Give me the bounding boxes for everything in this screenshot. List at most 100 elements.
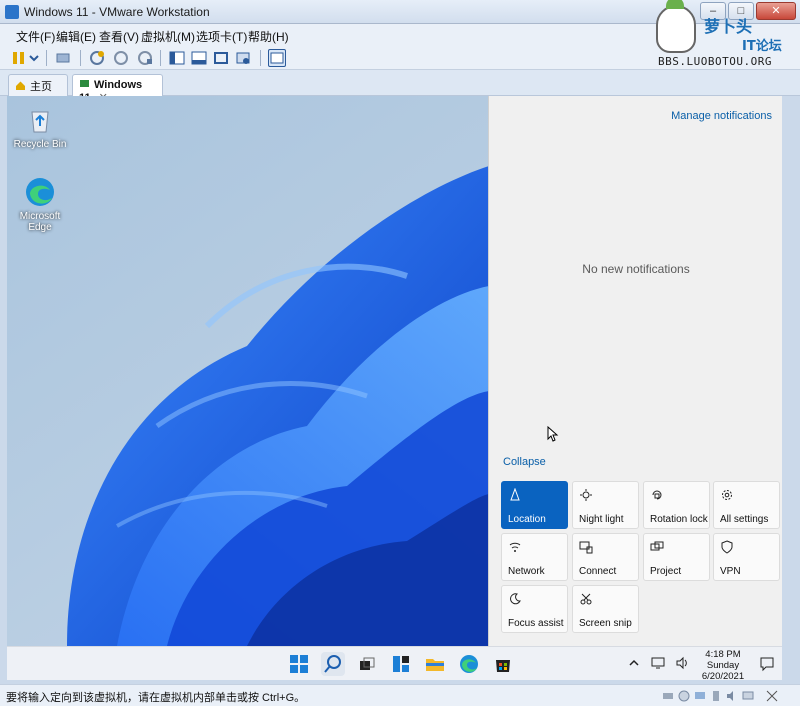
send-ctrl-alt-del-icon[interactable] — [54, 49, 72, 67]
quick-setting-connect[interactable]: Connect — [572, 533, 639, 581]
vpn-icon — [720, 540, 734, 554]
logo-url: BBS.LUOBOTOU.ORG — [658, 55, 772, 68]
night-light-icon — [579, 488, 593, 502]
notification-center-icon[interactable] — [759, 656, 775, 672]
pause-icon[interactable] — [10, 49, 28, 67]
toolbar-divider — [80, 50, 81, 66]
snapshot-manager-icon[interactable] — [136, 49, 154, 67]
tab-windows-11[interactable]: Windows 11✕ — [72, 74, 163, 104]
snapshot-icon[interactable] — [88, 49, 106, 67]
message-log-icon[interactable] — [766, 690, 778, 702]
logo-text-cn: 萝卜头 — [704, 17, 753, 36]
moon-icon — [508, 592, 522, 606]
radish-mascot-icon — [656, 0, 696, 53]
menu-view[interactable]: 查看(V) — [99, 28, 139, 45]
toolbar-divider — [260, 50, 261, 66]
clock-time: 4:18 PM — [705, 649, 741, 660]
edge-icon[interactable] — [457, 652, 481, 676]
quick-setting-label: Location — [508, 514, 546, 525]
quick-setting-focus-assist[interactable]: Focus assist — [501, 585, 568, 633]
store-icon[interactable] — [491, 652, 515, 676]
quick-setting-label: Connect — [579, 566, 617, 577]
quick-setting-screen-snip[interactable]: Screen snip — [572, 585, 639, 633]
project-icon — [650, 540, 664, 554]
chevron-up-icon[interactable] — [627, 656, 641, 670]
chevron-down-icon[interactable] — [28, 49, 40, 67]
hard-disk-icon[interactable] — [662, 690, 674, 702]
quick-setting-label: Project — [650, 566, 682, 577]
gear-icon — [720, 488, 734, 502]
sound-card-icon[interactable] — [726, 690, 738, 702]
unity-icon[interactable] — [234, 49, 252, 67]
quick-setting-label: Night light — [579, 514, 624, 525]
quick-setting-all-settings[interactable]: All settings — [713, 481, 780, 529]
manage-notifications-link[interactable]: Manage notifications — [671, 110, 772, 122]
display-icon[interactable] — [742, 690, 754, 702]
usb-icon[interactable] — [710, 690, 722, 702]
forum-logo: 萝卜头 IT论坛 BBS.LUOBOTOU.ORG — [654, 0, 796, 69]
quick-setting-label: VPN — [720, 566, 741, 577]
scissors-icon — [579, 592, 593, 606]
rotation-lock-icon — [650, 488, 664, 502]
vmware-app-icon — [5, 5, 19, 19]
quick-setting-night-light[interactable]: Night light — [572, 481, 639, 529]
console-view-icon[interactable] — [268, 49, 286, 67]
vm-icon — [79, 78, 90, 89]
taskbar-clock[interactable]: 4:18 PM Sunday 6/20/2021 — [695, 649, 751, 680]
network-tray-icon[interactable] — [651, 656, 665, 670]
quick-setting-label: Network — [508, 566, 545, 577]
logo-text-it: IT论坛 — [742, 39, 782, 54]
toolbar-divider — [46, 50, 47, 66]
full-screen-icon[interactable] — [212, 49, 230, 67]
edge-icon — [24, 176, 56, 208]
menu-edit[interactable]: 编辑(E) — [56, 28, 96, 45]
status-bar: 要将输入定向到该虚拟机，请在虚拟机内部单击或按 Ctrl+G。 — [0, 684, 800, 706]
desktop-icon-recycle-bin[interactable]: Recycle Bin — [11, 104, 69, 150]
cd-dvd-icon[interactable] — [678, 690, 690, 702]
action-center-panel: Manage notifications No new notification… — [488, 96, 782, 646]
network-icon — [508, 540, 522, 554]
taskbar: 4:18 PM Sunday 6/20/2021 — [7, 646, 782, 680]
location-icon — [508, 487, 522, 502]
desktop-icon-label: Recycle Bin — [13, 139, 67, 150]
quick-setting-rotation-lock[interactable]: Rotation lock — [643, 481, 710, 529]
vm-display[interactable]: Recycle Bin Microsoft Edge Manage notifi… — [7, 96, 782, 680]
quick-setting-label: Focus assist — [508, 618, 564, 629]
desktop-icon-label: Microsoft Edge — [19, 211, 61, 233]
window-title: Windows 11 - VMware Workstation — [24, 5, 210, 19]
start-icon[interactable] — [287, 652, 311, 676]
tab-bar: 主页✕ Windows 11✕ — [0, 70, 800, 107]
quick-setting-label: Rotation lock — [650, 514, 708, 525]
search-icon[interactable] — [321, 652, 345, 676]
file-explorer-icon[interactable] — [423, 652, 447, 676]
menu-file[interactable]: 文件(F) — [16, 28, 55, 45]
sidebar-toggle-icon[interactable] — [168, 49, 186, 67]
menu-vm[interactable]: 虚拟机(M) — [141, 28, 195, 45]
home-icon — [15, 80, 26, 91]
quick-setting-label: Screen snip — [579, 618, 632, 629]
revert-snapshot-icon[interactable] — [112, 49, 130, 67]
connect-icon — [579, 540, 593, 554]
collapse-link[interactable]: Collapse — [503, 456, 546, 468]
quick-setting-network[interactable]: Network — [501, 533, 568, 581]
desktop-icon-edge[interactable]: Microsoft Edge — [11, 176, 69, 233]
widgets-icon[interactable] — [389, 652, 413, 676]
network-adapter-icon[interactable] — [694, 690, 706, 702]
clock-day: Sunday — [706, 660, 740, 671]
status-text: 要将输入定向到该虚拟机，请在虚拟机内部单击或按 Ctrl+G。 — [6, 692, 306, 704]
thumbnail-bar-icon[interactable] — [190, 49, 208, 67]
quick-setting-vpn[interactable]: VPN — [713, 533, 780, 581]
tab-home[interactable]: 主页✕ — [8, 74, 68, 107]
menu-help[interactable]: 帮助(H) — [248, 28, 289, 45]
quick-setting-location[interactable]: Location — [501, 481, 568, 529]
toolbar-divider — [160, 50, 161, 66]
tab-home-label: 主页 — [30, 81, 52, 93]
volume-icon[interactable] — [675, 656, 689, 670]
clock-date: 6/20/2021 — [701, 671, 745, 680]
no-notifications-text: No new notifications — [582, 262, 690, 276]
task-view-icon[interactable] — [355, 652, 379, 676]
quick-setting-label: All settings — [720, 514, 769, 525]
quick-setting-project[interactable]: Project — [643, 533, 710, 581]
recycle-bin-icon — [24, 104, 56, 136]
menu-tabs[interactable]: 选项卡(T) — [196, 28, 247, 45]
